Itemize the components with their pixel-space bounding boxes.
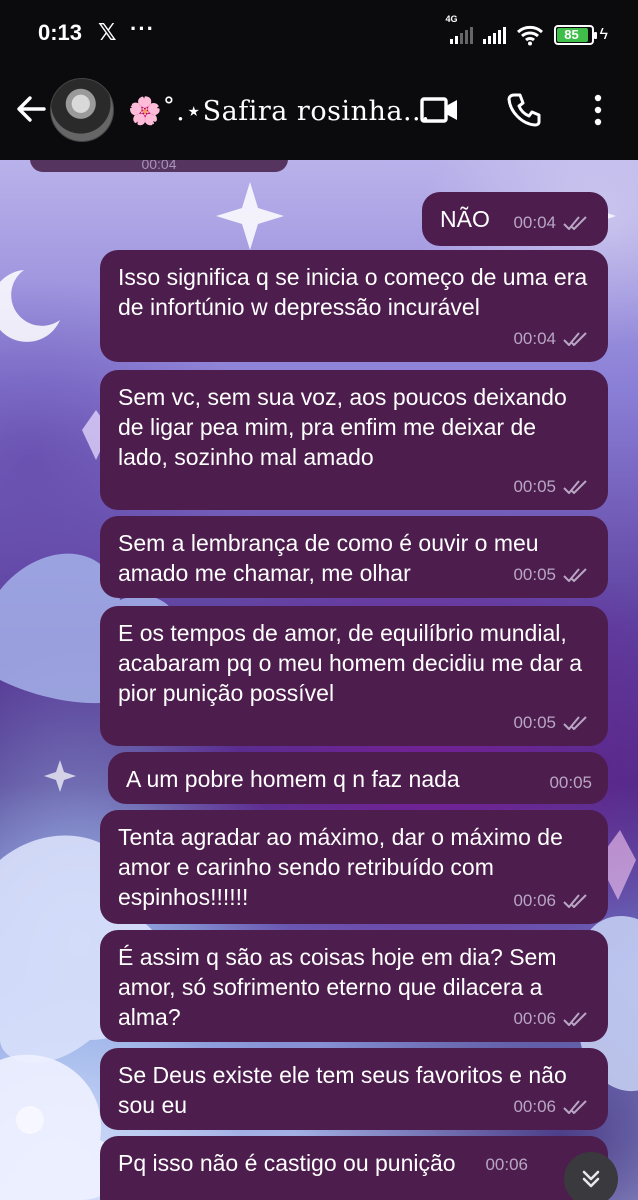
read-ticks-icon (563, 568, 587, 582)
battery-level: 85 (564, 27, 579, 42)
message-meta: 00:06 (513, 1092, 592, 1122)
message-bubble[interactable]: A um pobre homem q n faz nada 00:05 (108, 752, 608, 804)
back-arrow-icon[interactable] (14, 92, 48, 126)
message-text: Isso significa q se inicia o começo de u… (118, 264, 588, 320)
signal-4g-icon: 4G (446, 14, 473, 44)
message-bubble[interactable]: Sem a lembrança de como é ouvir o meu am… (100, 516, 608, 598)
message-time: 00:05 (513, 565, 556, 584)
read-ticks-icon (563, 216, 587, 230)
scroll-to-bottom-button[interactable] (564, 1152, 618, 1200)
message-bubble[interactable]: Isso significa q se inicia o começo de u… (100, 250, 608, 362)
message-bubble[interactable]: Se Deus existe ele tem seus favoritos e … (100, 1048, 608, 1130)
message-text: A um pobre homem q n faz nada (126, 766, 460, 792)
message-time: 00:06 (513, 1097, 556, 1116)
more-notifications-icon: ··· (130, 16, 155, 41)
battery-icon: 85 (553, 25, 597, 45)
message-text: Sem vc, sem sua voz, aos poucos deixando… (118, 384, 567, 470)
read-ticks-icon (563, 1100, 587, 1114)
read-ticks-icon (563, 716, 587, 730)
message-text: E os tempos de amor, de equilíbrio mundi… (118, 620, 583, 706)
message-meta: 00:04 (513, 324, 592, 354)
clock: 0:13 (38, 20, 83, 45)
message-meta: 00:05 (549, 768, 592, 798)
message-bubble[interactable]: Pq isso não é castigo ou punição 00:06 (100, 1136, 608, 1200)
signal-icon (482, 26, 506, 44)
message-time: 00:05 (513, 713, 556, 732)
message-meta: 00:05 (513, 560, 592, 590)
message-time: 00:04 (513, 329, 556, 348)
message-bubble[interactable]: E os tempos de amor, de equilíbrio mundi… (100, 606, 608, 746)
previous-message-time: 00:04 (30, 160, 288, 172)
charging-icon: ϟ (599, 26, 608, 43)
message-meta: 00:05 (513, 708, 592, 738)
chat-header: 🌸˚.⋆Safira rosinha... (0, 66, 638, 160)
message-meta: 00:06 (485, 1150, 528, 1180)
video-call-icon[interactable] (420, 92, 460, 128)
system-icons: 4G 85 ϟ (446, 14, 608, 48)
read-ticks-icon (563, 1012, 587, 1026)
read-ticks-icon (563, 894, 587, 908)
read-ticks-icon (563, 480, 587, 494)
message-time: 00:05 (513, 477, 556, 496)
message-time: 00:04 (513, 213, 556, 232)
message-meta: 00:06 (513, 886, 592, 916)
message-time: 00:06 (513, 891, 556, 910)
double-chevron-down-icon (582, 1170, 600, 1188)
message-time: 00:06 (513, 1009, 556, 1028)
message-meta: 00:04 (513, 208, 592, 238)
message-meta: 00:05 (513, 472, 592, 502)
message-bubble[interactable]: Sem vc, sem sua voz, aos poucos deixando… (100, 370, 608, 510)
status-bar: 0:13 𝕏 ··· 4G 85 ϟ (0, 0, 638, 66)
wifi-icon (516, 25, 543, 46)
more-vertical-icon[interactable] (586, 92, 610, 128)
message-time: 00:05 (549, 773, 592, 792)
network-tag: 4G (445, 14, 458, 24)
message-bubble[interactable]: Tenta agradar ao máximo, dar o máximo de… (100, 810, 608, 924)
contact-avatar[interactable] (50, 78, 114, 142)
message-time: 00:06 (485, 1155, 528, 1174)
phone-icon[interactable] (506, 92, 542, 128)
chat-area[interactable]: 00:04 NÃO 00:04 Isso significa q se inic… (0, 160, 638, 1200)
message-bubble[interactable]: É assim q são as coisas hoje em dia? Sem… (100, 930, 608, 1042)
x-app-icon: 𝕏 (98, 19, 117, 45)
message-bubble[interactable]: NÃO 00:04 (422, 192, 608, 246)
contact-name[interactable]: 🌸˚.⋆Safira rosinha... (128, 95, 430, 127)
message-meta: 00:06 (513, 1004, 592, 1034)
read-ticks-icon (563, 332, 587, 346)
